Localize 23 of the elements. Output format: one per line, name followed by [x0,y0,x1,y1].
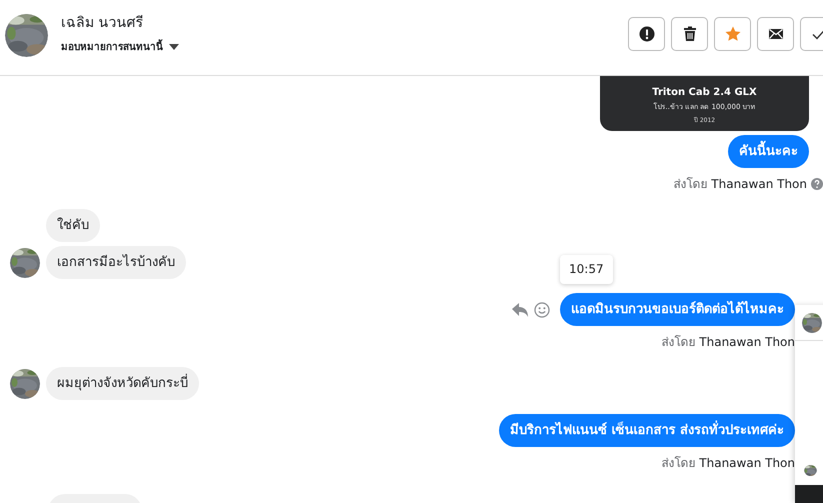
contact-name: เฉลิม นวนศรี [61,14,144,33]
reply-icon [512,302,528,316]
caret-icon [169,44,179,50]
alert-button[interactable] [628,16,665,50]
message-bubble: คันนี้นะคะ [728,135,809,168]
smiley-icon [534,302,550,318]
alert-icon [638,26,654,42]
panel-footer [795,485,823,503]
card-title: Triton Cab 2.4 GLX [652,87,757,98]
message-bubble: มีบริการไฟแนนซ์ เซ็นเอกสาร ส่งรถทั่วประเทศค่ะ [498,414,795,447]
message-bubble: ใช่คับ [46,209,100,242]
sender-label: ส่งโดย Thanawan Thon [673,176,807,193]
trash-button[interactable] [671,16,708,50]
message-bubble: ผมยุต่างจังหวัดคับกระบี่ [46,367,199,400]
assign-dropdown[interactable]: มอบหมายการสนทนานี้ [61,39,179,54]
trash-icon [682,26,698,42]
star-button[interactable] [714,16,751,50]
star-icon [724,26,740,42]
time-tooltip: 10:57 [560,255,613,284]
message-bubble: เอกสารมีอะไรบ้างคับ [46,246,186,279]
sender-label: ส่งโดย Thanawan Thon [661,455,795,472]
sender-label: ส่งโดย Thanawan Thon [661,334,795,351]
envelope-button[interactable] [757,16,794,50]
